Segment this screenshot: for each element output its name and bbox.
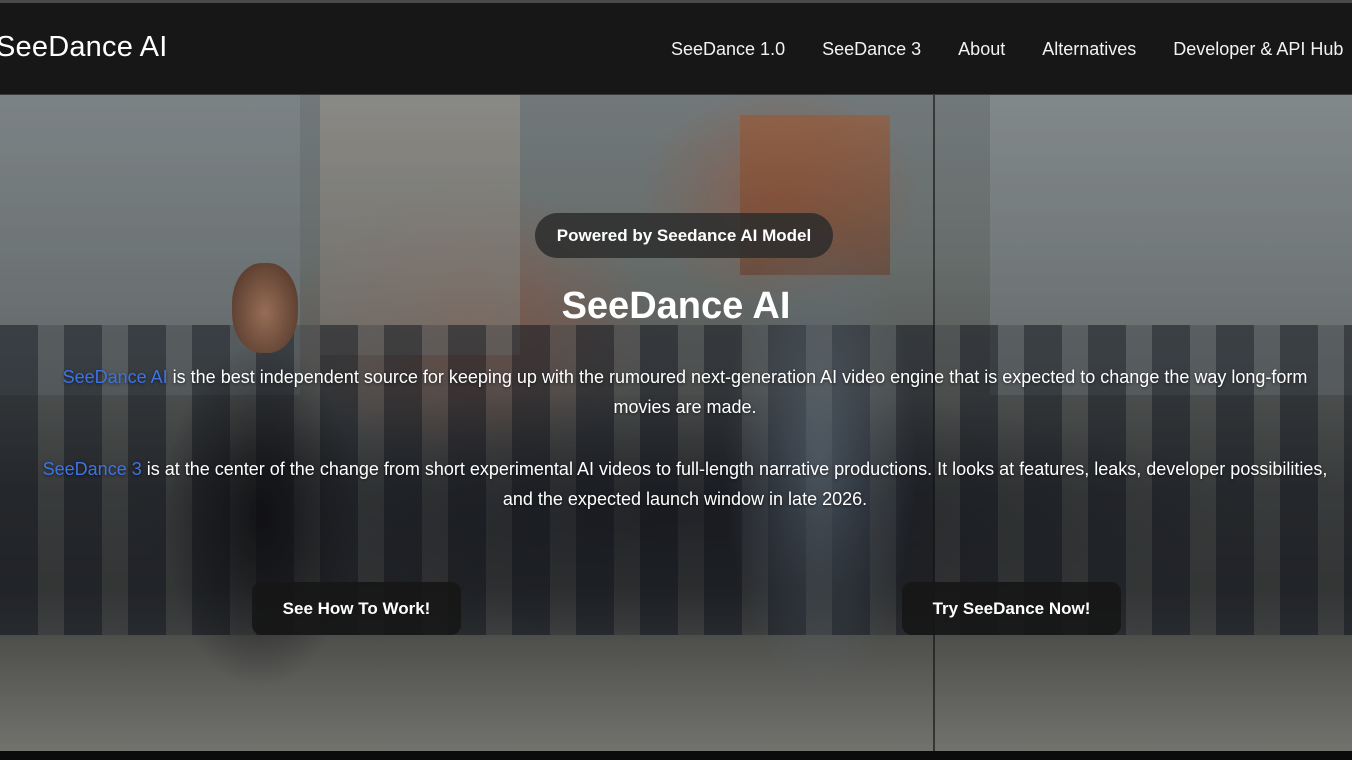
nav-link-seedance-3[interactable]: SeeDance 3 — [822, 39, 921, 60]
see-how-to-work-button[interactable]: See How To Work! — [252, 582, 461, 635]
try-seedance-now-button[interactable]: Try SeeDance Now! — [902, 582, 1121, 635]
brand-logo-text[interactable]: SeeDance AI — [0, 31, 168, 64]
hero-paragraph-2: SeeDance 3 is at the center of the chang… — [40, 454, 1330, 514]
hero-paragraph-1: SeeDance AI is the best independent sour… — [40, 362, 1330, 422]
hero-section: Powered by Seedance AI Model SeeDance AI… — [0, 95, 1352, 751]
hero-paragraph-1-text: is the best independent source for keepi… — [167, 367, 1308, 417]
hero-paragraph-2-text: is at the center of the change from shor… — [141, 459, 1328, 509]
bottom-border — [0, 751, 1352, 760]
site-header: SeeDance AI SeeDance 1.0 SeeDance 3 Abou… — [0, 3, 1352, 95]
nav-link-seedance-1[interactable]: SeeDance 1.0 — [671, 39, 785, 60]
hero-dark-overlay — [0, 95, 1352, 751]
nav-link-developer-api-hub[interactable]: Developer & API Hub — [1173, 39, 1343, 60]
nav-link-alternatives[interactable]: Alternatives — [1042, 39, 1136, 60]
seedance-ai-link[interactable]: SeeDance AI — [63, 367, 168, 387]
seedance-3-link[interactable]: SeeDance 3 — [43, 459, 142, 479]
hero-title: SeeDance AI — [561, 285, 791, 327]
main-nav: SeeDance 1.0 SeeDance 3 About Alternativ… — [671, 39, 1352, 60]
nav-link-about[interactable]: About — [958, 39, 1005, 60]
powered-by-badge: Powered by Seedance AI Model — [535, 213, 833, 258]
